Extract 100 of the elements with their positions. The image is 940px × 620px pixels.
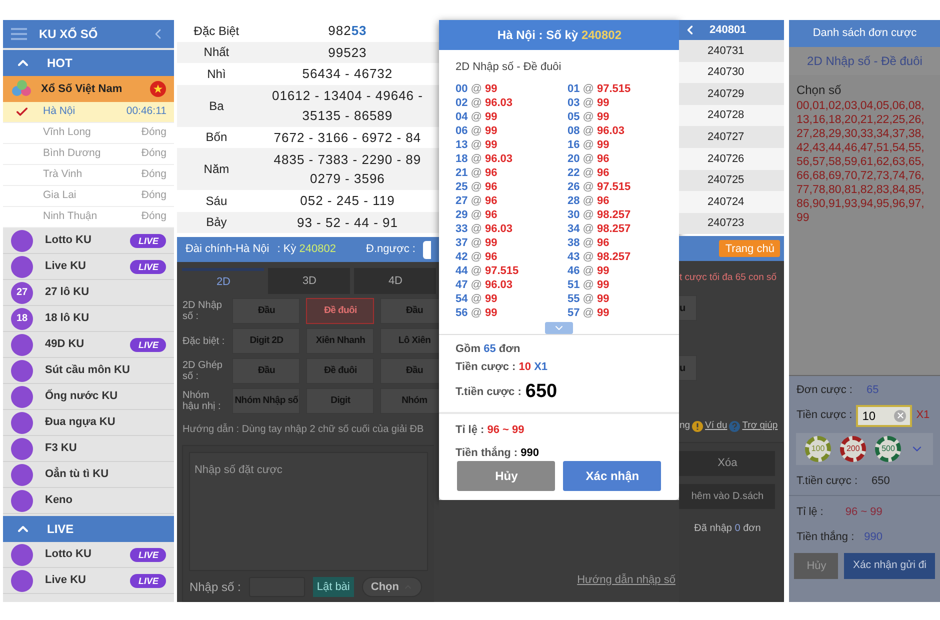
game-icon (11, 334, 33, 356)
region-item[interactable]: Vĩnh Long Đóng (3, 123, 174, 144)
game-item[interactable]: Đua ngựa KU (3, 410, 174, 436)
region-item[interactable]: Bình Dương Đóng (3, 144, 174, 165)
stake-line: Tiền cược : 10 X1 (455, 360, 549, 375)
menu-icon[interactable] (11, 28, 27, 40)
sidebar-title: KU XỔ SỐ (39, 26, 99, 43)
warning-icon (692, 420, 704, 432)
game-item[interactable]: Keno (3, 488, 174, 514)
period-item[interactable]: 240730 (679, 62, 784, 84)
chip[interactable]: 100 (805, 436, 832, 462)
game-item[interactable]: F3 KU (3, 436, 174, 462)
period-item[interactable]: 240724 (679, 191, 784, 213)
game-icon: 18 (11, 308, 33, 330)
game-icon (11, 464, 33, 486)
submit-button[interactable]: Xác nhận gửi đi (844, 553, 935, 579)
bet-entry: 02 @ 96.03 (455, 96, 514, 110)
game-item[interactable]: Live KU LIVE (3, 254, 174, 280)
period-item[interactable]: 240729 (679, 83, 784, 105)
total-value: 650 (872, 474, 890, 488)
dialog-title: Hà Nội : Số kỳ 240802 (439, 20, 680, 50)
win-label: Tiền thắng : (796, 530, 854, 544)
game-item[interactable]: Live KU LIVE (3, 568, 174, 594)
region-item[interactable]: Hà Nội 00:46:11 (3, 102, 174, 123)
help-text: ng (679, 419, 690, 434)
region-item[interactable]: Trà Vinh Đóng (3, 165, 174, 186)
period-item[interactable]: 240725 (679, 170, 784, 192)
scroll-down-button[interactable] (545, 322, 574, 334)
section-header[interactable]: LIVE (3, 516, 174, 542)
chip[interactable]: 200 (840, 436, 866, 462)
region-item[interactable]: Ninh Thuận Đóng (3, 207, 174, 228)
game-item[interactable]: Sút cầu môn KU (3, 358, 174, 384)
prize-numbers: 98253 (328, 22, 367, 40)
total-line: T.tiền cược : 650 (455, 380, 558, 404)
bet-option-button[interactable]: Đề đuôi (306, 298, 374, 324)
period-item[interactable]: 240723 (679, 212, 784, 234)
chip[interactable]: 500 (875, 436, 902, 462)
prize-name: Nhì (206, 66, 227, 83)
bet-entry: 26 @ 97.515 (567, 180, 632, 194)
home-button[interactable]: Trang chủ (719, 240, 780, 258)
confirm-button[interactable]: Xác nhận (563, 461, 662, 491)
selected-numbers: 77,78,80,81,82,83,84,85, (796, 183, 926, 197)
game-icon (11, 386, 33, 408)
flip-button[interactable]: Lật bài (312, 577, 354, 597)
live-badge: LIVE (130, 338, 166, 352)
bet-textarea[interactable]: Nhập số đặt cược (189, 452, 428, 571)
prize-name: Sáu (204, 192, 228, 210)
prize-numbers: 0279 - 3596 (310, 170, 385, 188)
section-header[interactable]: HOT (3, 50, 174, 76)
bet-entry: 27 @ 96 (455, 194, 498, 208)
stake-label: Tiền cược : (796, 408, 852, 424)
clear-icon[interactable] (894, 410, 906, 422)
game-icon (11, 490, 33, 512)
stake-input[interactable]: 10 (856, 404, 912, 426)
prize-numbers: 7672 - 3166 - 6972 - 84 (274, 128, 422, 146)
bet-entry: 01 @ 97.515 (567, 82, 632, 96)
game-item[interactable]: 49D KU LIVE (3, 332, 174, 358)
tab[interactable]: 3D (268, 268, 350, 294)
bet-entry: 00 @ 99 (455, 82, 498, 96)
countdown-field (423, 240, 432, 258)
bet-entry: 18 @ 96.03 (455, 152, 514, 166)
flag-icon (150, 81, 166, 97)
win-line: Tiền thắng : 990 (455, 445, 540, 460)
region-item[interactable]: Gia Lai Đóng (3, 186, 174, 207)
clear-button[interactable]: Xóa (679, 450, 776, 476)
period-item[interactable]: 240727 (679, 126, 784, 148)
category-item[interactable]: Xổ Số Việt Nam (3, 76, 174, 102)
cancel-button[interactable]: Hủy (457, 461, 556, 491)
bet-entry: 30 @ 98.257 (567, 208, 632, 222)
add-to-list-button[interactable]: hêm vào D.sách (679, 484, 776, 509)
game-icon (11, 412, 33, 434)
period-item[interactable]: 240731 (679, 40, 784, 62)
selected-numbers: 13,16,18,20,21,22,25,26, (796, 113, 926, 127)
game-item[interactable]: Lotto KU LIVE (3, 228, 174, 254)
selected-numbers: 27,28,29,30,33,34,37,38, (796, 127, 926, 141)
period-item[interactable]: 240728 (679, 104, 784, 126)
choose-button[interactable]: Chọn (362, 577, 422, 597)
example-link[interactable]: Ví dụ (705, 419, 728, 434)
bet-entry: 42 @ 96 (455, 250, 498, 264)
game-item[interactable]: Oẳn tù tì KU (3, 462, 174, 488)
group-label: Nhóm hậu nhị : (182, 390, 222, 412)
group-label: 2D Nhập số : (182, 300, 223, 322)
game-item[interactable]: Lotto KU LIVE (3, 542, 174, 568)
period-header: 240801 (679, 20, 784, 40)
help-link[interactable]: Trợ giúp (742, 419, 778, 434)
game-item[interactable]: 27 27 lô KU (3, 280, 174, 306)
input-guide-link[interactable]: Hướng dẫn nhập số (577, 572, 676, 588)
tab[interactable]: 4D (354, 268, 436, 294)
bet-entry: 33 @ 96.03 (455, 222, 514, 236)
bet-entry: 37 @ 99 (455, 236, 498, 250)
bet-entry: 05 @ 99 (567, 110, 610, 124)
period-item[interactable]: 240726 (679, 148, 784, 170)
live-badge: LIVE (130, 574, 166, 588)
game-item[interactable]: Ống nước KU (3, 384, 174, 410)
game-item[interactable]: 18 18 lô KU (3, 306, 174, 332)
group-label: 2D Ghép số : (182, 360, 224, 382)
prize-numbers: 4835 - 7383 - 2290 - 89 (274, 150, 422, 168)
order-count: Gồm 65 đơn (455, 342, 522, 356)
bet-entry: 03 @ 99 (567, 96, 610, 110)
cancel-button[interactable]: Hủy (794, 553, 838, 579)
